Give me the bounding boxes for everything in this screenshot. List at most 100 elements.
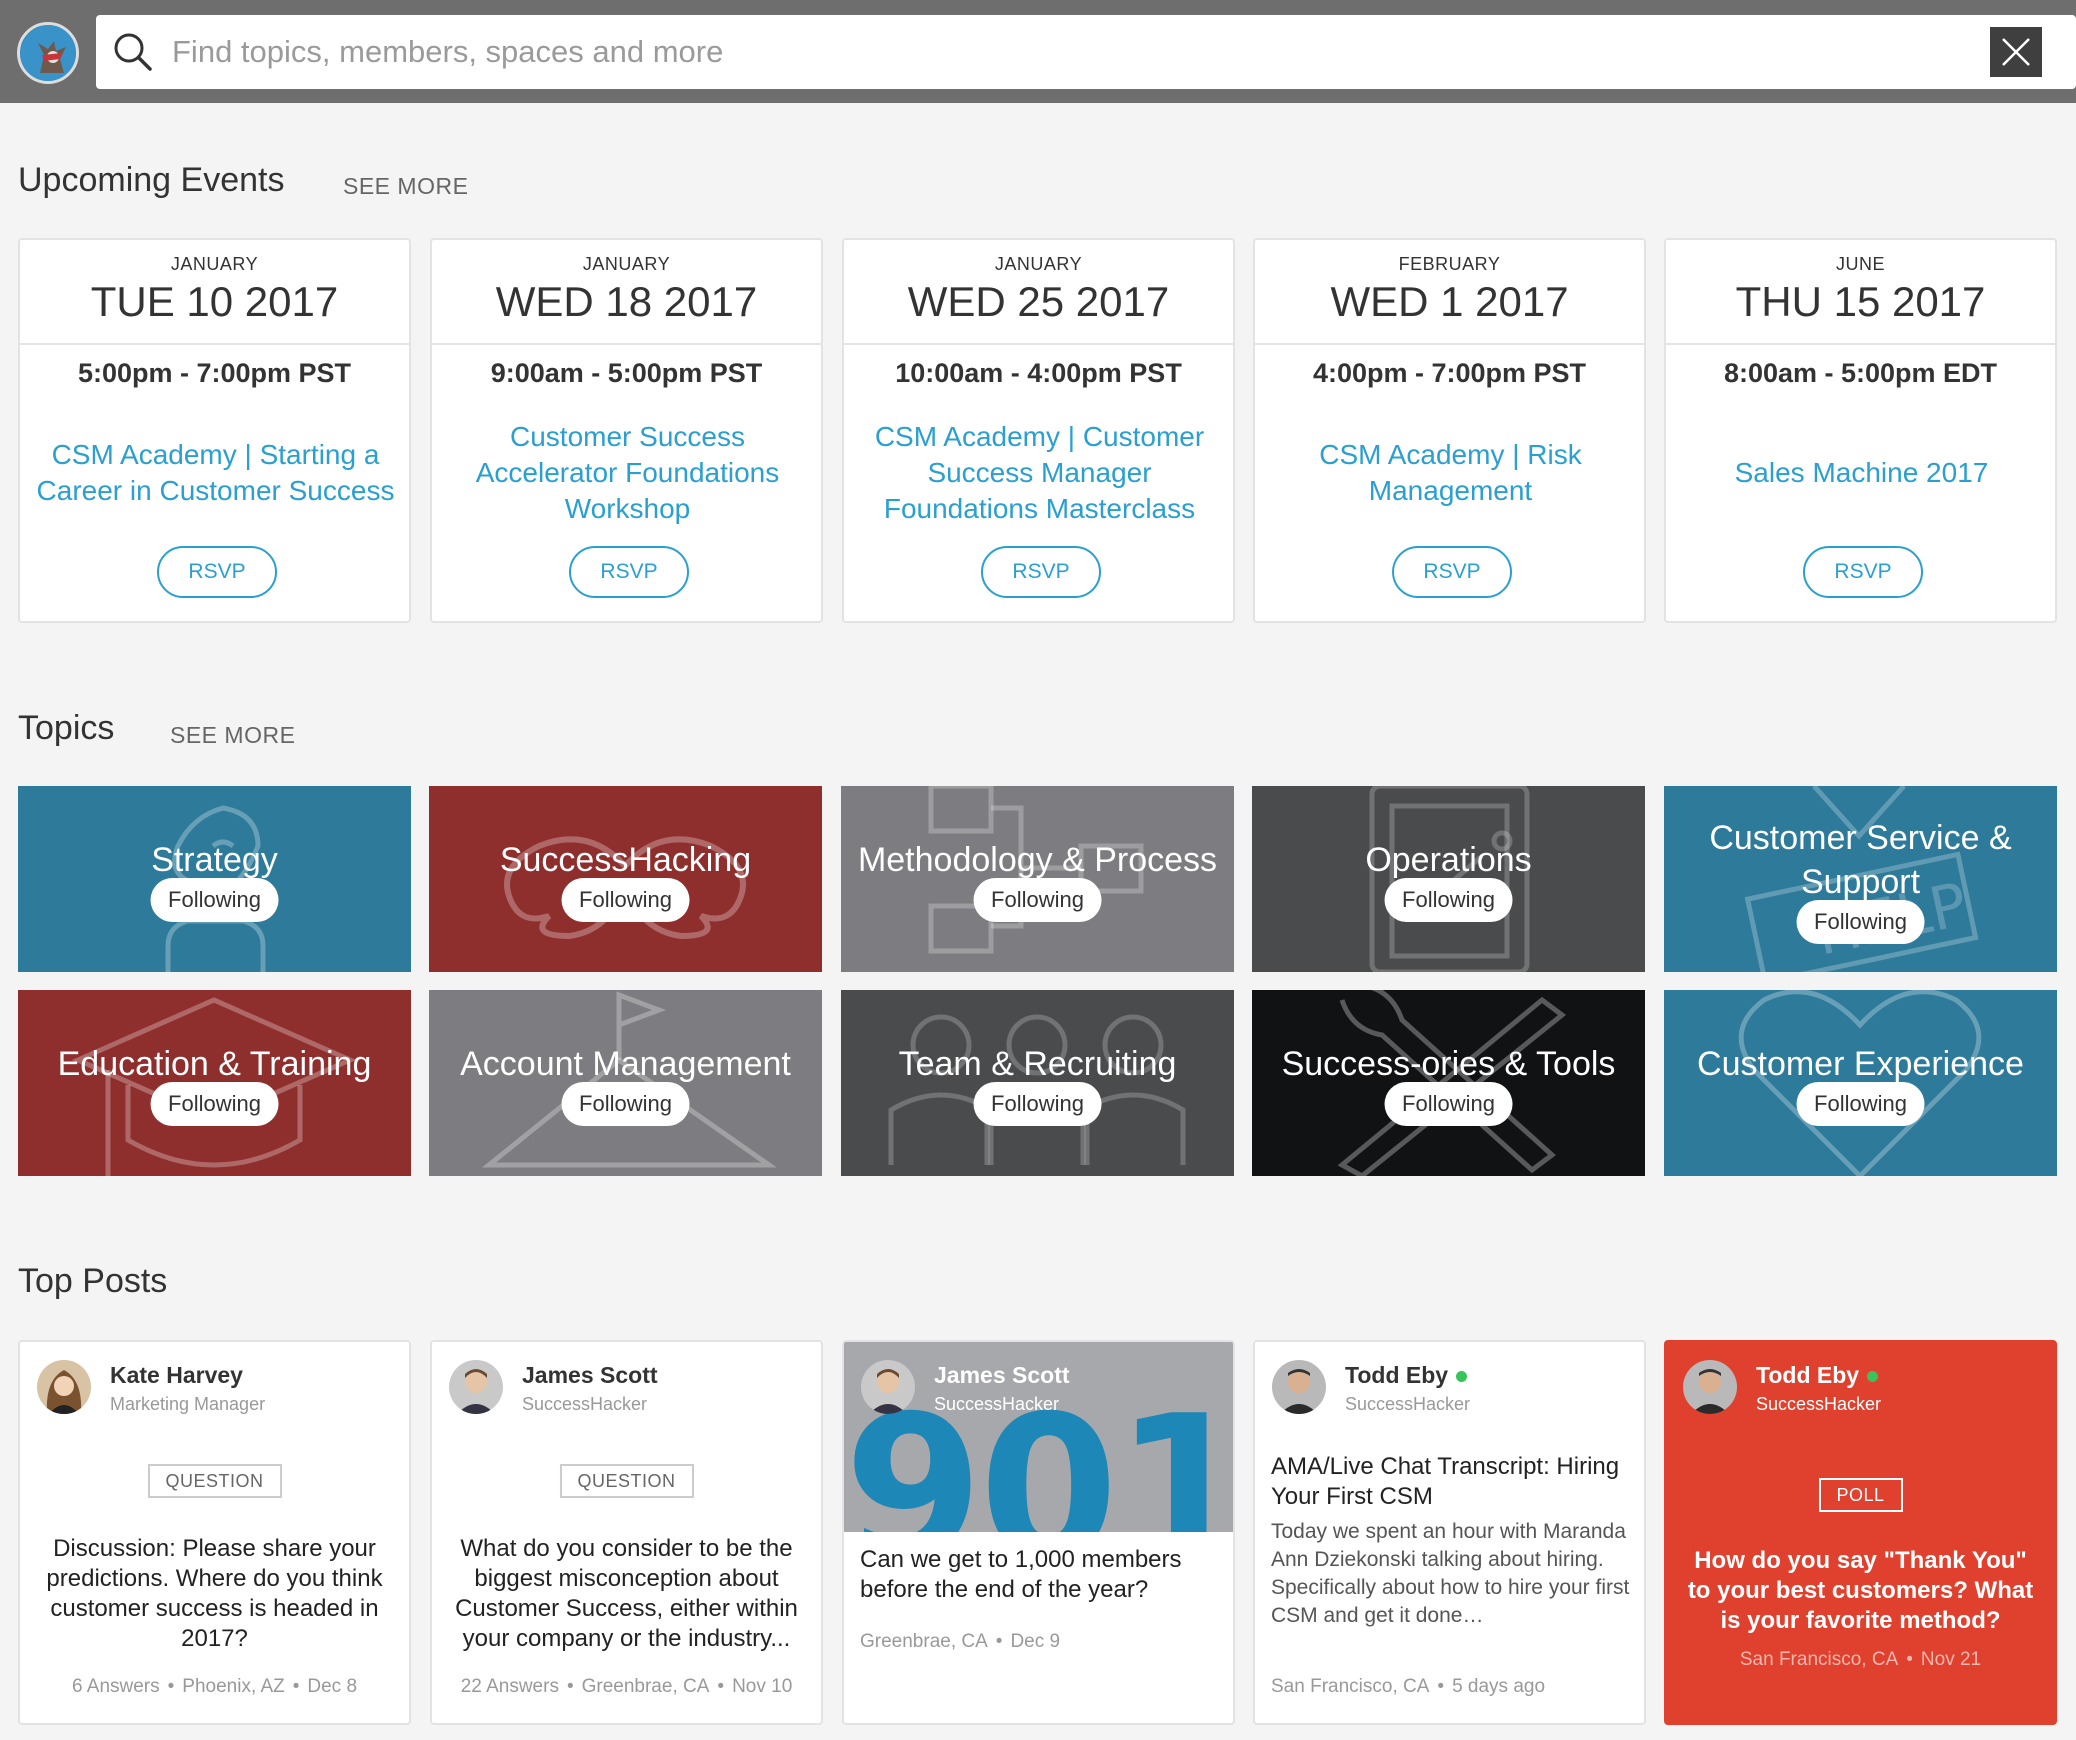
post-card[interactable]: Todd Eby SuccessHacker POLL How do you s… xyxy=(1664,1340,2057,1725)
event-month: JANUARY xyxy=(170,254,259,274)
search-icon[interactable] xyxy=(110,29,156,75)
avatar[interactable] xyxy=(37,1360,91,1414)
post-card[interactable]: 901 James Scott SuccessHacker Can we get… xyxy=(842,1340,1235,1725)
answer-count: 6 Answers xyxy=(71,1676,160,1697)
event-time: 4:00pm - 7:00pm PST xyxy=(1312,358,1587,388)
divider xyxy=(20,343,409,345)
post-card[interactable]: Todd Eby SuccessHacker AMA/Live Chat Tra… xyxy=(1253,1340,1646,1725)
following-button[interactable]: Following xyxy=(1384,1082,1513,1126)
topic-tile-operations[interactable]: Operations Following xyxy=(1252,786,1645,972)
post-location: San Francisco, CA xyxy=(1739,1649,1899,1670)
event-month: JUNE xyxy=(1835,254,1885,274)
topic-tile-customer-service-support[interactable]: HELP Customer Service & Support Followin… xyxy=(1664,786,2057,972)
post-author[interactable]: Todd Eby xyxy=(1756,1362,1879,1389)
post-text[interactable]: How do you say "Thank You" to your best … xyxy=(1680,1546,2041,1636)
post-meta: San Francisco, CA • 5 days ago xyxy=(1271,1676,1546,1697)
search-input[interactable] xyxy=(172,27,1972,77)
following-button[interactable]: Following xyxy=(561,878,690,922)
rsvp-button[interactable]: RSVP xyxy=(981,546,1101,598)
following-button[interactable]: Following xyxy=(973,878,1102,922)
post-location: Greenbrae, CA xyxy=(581,1676,710,1697)
post-author-role: SuccessHacker xyxy=(934,1394,1060,1414)
event-date: WED 18 2017 xyxy=(495,278,758,325)
event-month: FEBRUARY xyxy=(1398,254,1501,274)
post-title[interactable]: AMA/Live Chat Transcript: Hiring Your Fi… xyxy=(1271,1452,1631,1512)
topics-see-more-link[interactable]: SEE MORE xyxy=(170,722,295,749)
event-time: 9:00am - 5:00pm PST xyxy=(490,358,763,388)
post-author[interactable]: Todd Eby xyxy=(1345,1362,1468,1389)
event-card[interactable]: JUNE THU 15 2017 8:00am - 5:00pm EDT Sal… xyxy=(1664,238,2057,623)
event-time: 5:00pm - 7:00pm PST xyxy=(77,358,352,388)
events-section-title: Upcoming Events xyxy=(18,161,285,199)
topic-tile-account-management[interactable]: Account Management Following xyxy=(429,990,822,1176)
post-card[interactable]: James Scott SuccessHacker QUESTION What … xyxy=(430,1340,823,1725)
event-title-link[interactable]: CSM Academy | Customer Success Manager F… xyxy=(858,398,1221,548)
close-icon[interactable] xyxy=(1990,27,2042,77)
avatar[interactable] xyxy=(1683,1360,1737,1414)
post-text[interactable]: Can we get to 1,000 members before the e… xyxy=(860,1545,1221,1605)
answer-count: 22 Answers xyxy=(460,1676,559,1697)
question-badge: QUESTION xyxy=(559,1464,694,1498)
topic-tile-strategy[interactable]: Strategy Following xyxy=(18,786,411,972)
following-button[interactable]: Following xyxy=(150,1082,279,1126)
post-date: 5 days ago xyxy=(1452,1676,1546,1697)
events-see-more-link[interactable]: SEE MORE xyxy=(343,173,468,200)
event-time: 8:00am - 5:00pm EDT xyxy=(1723,358,1998,388)
avatar[interactable] xyxy=(1272,1360,1326,1414)
post-author-role: SuccessHacker xyxy=(1756,1394,1882,1414)
post-text[interactable]: What do you consider to be the biggest m… xyxy=(446,1534,807,1654)
following-button[interactable]: Following xyxy=(1384,878,1513,922)
event-title-link[interactable]: Customer Success Accelerator Foundations… xyxy=(446,398,809,548)
topic-tile-successhacking[interactable]: SuccessHacking Following xyxy=(429,786,822,972)
post-location: Phoenix, AZ xyxy=(182,1676,285,1697)
post-date: Nov 10 xyxy=(732,1676,793,1697)
topic-name: Customer Experience xyxy=(1697,1045,2024,1083)
rsvp-button[interactable]: RSVP xyxy=(569,546,689,598)
topic-tile-team-recruiting[interactable]: Team & Recruiting Following xyxy=(841,990,1234,1176)
following-button[interactable]: Following xyxy=(1796,900,1925,944)
topics-section-title: Topics xyxy=(18,709,115,747)
rsvp-button[interactable]: RSVP xyxy=(1392,546,1512,598)
post-author[interactable]: Kate Harvey xyxy=(110,1362,243,1389)
post-author-role: Marketing Manager xyxy=(110,1394,266,1414)
online-status-icon xyxy=(1867,1371,1879,1383)
topic-tile-customer-experience[interactable]: Customer Experience Following xyxy=(1664,990,2057,1176)
event-title-link[interactable]: Sales Machine 2017 xyxy=(1680,398,2043,548)
topic-name: Strategy xyxy=(151,841,278,879)
question-badge: QUESTION xyxy=(147,1464,282,1498)
community-logo[interactable] xyxy=(17,22,79,84)
topic-tile-education-training[interactable]: Education & Training Following xyxy=(18,990,411,1176)
post-location: Greenbrae, CA xyxy=(860,1631,988,1652)
topic-tile-methodology-process[interactable]: Methodology & Process Following xyxy=(841,786,1234,972)
following-button[interactable]: Following xyxy=(561,1082,690,1126)
event-card[interactable]: JANUARY TUE 10 2017 5:00pm - 7:00pm PST … xyxy=(18,238,411,623)
post-card[interactable]: Kate Harvey Marketing Manager QUESTION D… xyxy=(18,1340,411,1725)
post-author-role: SuccessHacker xyxy=(522,1394,648,1414)
post-meta: 22 Answers • Greenbrae, CA • Nov 10 xyxy=(460,1676,793,1697)
post-date: Dec 8 xyxy=(307,1676,358,1697)
event-title-link[interactable]: CSM Academy | Risk Management xyxy=(1269,398,1632,548)
post-meta: 6 Answers • Phoenix, AZ • Dec 8 xyxy=(71,1676,358,1697)
topic-name: Team & Recruiting xyxy=(898,1045,1177,1083)
following-button[interactable]: Following xyxy=(973,1082,1102,1126)
following-button[interactable]: Following xyxy=(150,878,279,922)
event-month: JANUARY xyxy=(994,254,1083,274)
following-button[interactable]: Following xyxy=(1796,1082,1925,1126)
avatar[interactable] xyxy=(861,1360,915,1414)
event-title-link[interactable]: CSM Academy | Starting a Career in Custo… xyxy=(34,398,397,548)
rsvp-button[interactable]: RSVP xyxy=(1803,546,1923,598)
event-card[interactable]: FEBRUARY WED 1 2017 4:00pm - 7:00pm PST … xyxy=(1253,238,1646,623)
post-location: San Francisco, CA xyxy=(1271,1676,1430,1697)
topic-tile-success-ories-tools[interactable]: Success-ories & Tools Following xyxy=(1252,990,1645,1176)
post-author[interactable]: James Scott xyxy=(934,1362,1070,1389)
post-text[interactable]: Discussion: Please share your prediction… xyxy=(34,1534,395,1654)
rsvp-button[interactable]: RSVP xyxy=(157,546,277,598)
post-author[interactable]: James Scott xyxy=(522,1362,658,1389)
event-date: TUE 10 2017 xyxy=(90,278,339,325)
event-card[interactable]: JANUARY WED 18 2017 9:00am - 5:00pm PST … xyxy=(430,238,823,623)
divider xyxy=(1666,343,2055,345)
poll-badge: POLL xyxy=(1818,1478,1903,1512)
event-card[interactable]: JANUARY WED 25 2017 10:00am - 4:00pm PST… xyxy=(842,238,1235,623)
event-date: THU 15 2017 xyxy=(1735,278,1986,325)
avatar[interactable] xyxy=(449,1360,503,1414)
